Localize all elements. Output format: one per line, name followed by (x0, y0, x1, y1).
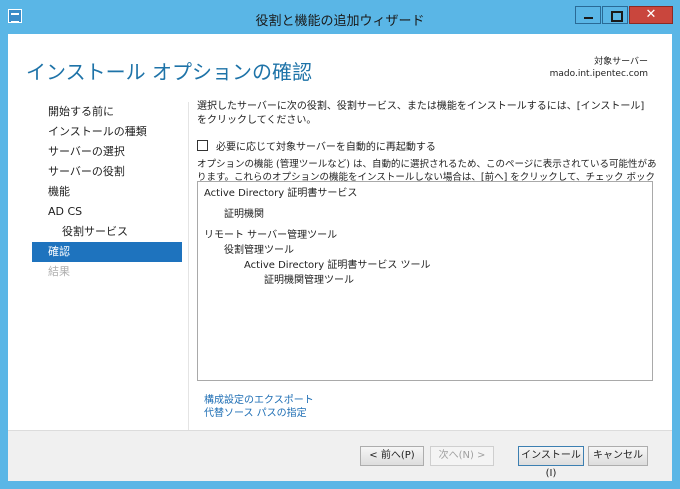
instruction-text: 選択したサーバーに次の役割、役割サービス、または機能をインストールするには、[イ… (197, 101, 645, 126)
window-controls: ✕ (574, 6, 673, 24)
alternate-source-link[interactable]: 代替ソース パスの指定 (204, 407, 314, 420)
nav-item-server-selection[interactable]: サーバーの選択 (32, 142, 182, 162)
close-icon: ✕ (645, 7, 657, 22)
wizard-footer: < 前へ(P) 次へ(N) > インストール(I) キャンセル (8, 430, 672, 481)
list-item: Active Directory 証明書サービス (204, 188, 358, 199)
nav-item-before-you-begin[interactable]: 開始する前に (32, 102, 182, 122)
minimize-button[interactable] (575, 6, 601, 24)
list-item: 役割管理ツール (224, 245, 294, 256)
previous-button[interactable]: < 前へ(P) (360, 446, 424, 466)
cancel-button[interactable]: キャンセル (588, 446, 648, 466)
list-item: 証明機関管理ツール (264, 275, 354, 286)
maximize-button[interactable] (602, 6, 628, 24)
selected-features-list[interactable]: Active Directory 証明書サービス 証明機関 リモート サーバー管… (197, 181, 653, 381)
config-links: 構成設定のエクスポート 代替ソース パスの指定 (204, 394, 314, 420)
close-button[interactable]: ✕ (629, 6, 673, 24)
nav-divider (188, 102, 189, 432)
page-title: インストール オプションの確認 (26, 60, 312, 84)
restart-checkbox[interactable] (197, 140, 208, 151)
nav-item-ad-cs[interactable]: AD CS (32, 202, 182, 222)
next-button: 次へ(N) > (430, 446, 494, 466)
list-item: 証明機関 (224, 209, 264, 220)
restart-option: 必要に応じて対象サーバーを自動的に再起動する (197, 138, 657, 153)
wizard-steps-nav: 開始する前に インストールの種類 サーバーの選択 サーバーの役割 機能 AD C… (32, 102, 182, 282)
target-server-info: 対象サーバー mado.int.ipentec.com (550, 56, 648, 80)
nav-item-installation-type[interactable]: インストールの種類 (32, 122, 182, 142)
nav-item-server-roles[interactable]: サーバーの役割 (32, 162, 182, 182)
nav-item-confirmation[interactable]: 確認 (32, 242, 182, 262)
nav-item-role-services[interactable]: 役割サービス (32, 222, 182, 242)
wizard-client-area: インストール オプションの確認 対象サーバー mado.int.ipentec.… (8, 34, 672, 481)
target-server-name: mado.int.ipentec.com (549, 69, 648, 79)
export-settings-link[interactable]: 構成設定のエクスポート (204, 394, 314, 407)
list-item: リモート サーバー管理ツール (204, 230, 338, 241)
page-header: インストール オプションの確認 対象サーバー mado.int.ipentec.… (8, 34, 672, 94)
list-item: Active Directory 証明書サービス ツール (244, 260, 431, 271)
title-bar[interactable]: 役割と機能の追加ウィザード ✕ (0, 0, 680, 34)
wizard-window: 役割と機能の追加ウィザード ✕ インストール オプションの確認 対象サーバー m… (0, 0, 680, 489)
restart-checkbox-label[interactable]: 必要に応じて対象サーバーを自動的に再起動する (216, 138, 436, 153)
target-server-label: 対象サーバー (594, 57, 648, 67)
install-button[interactable]: インストール(I) (518, 446, 584, 479)
nav-item-results: 結果 (48, 265, 70, 278)
nav-item-features[interactable]: 機能 (32, 182, 182, 202)
